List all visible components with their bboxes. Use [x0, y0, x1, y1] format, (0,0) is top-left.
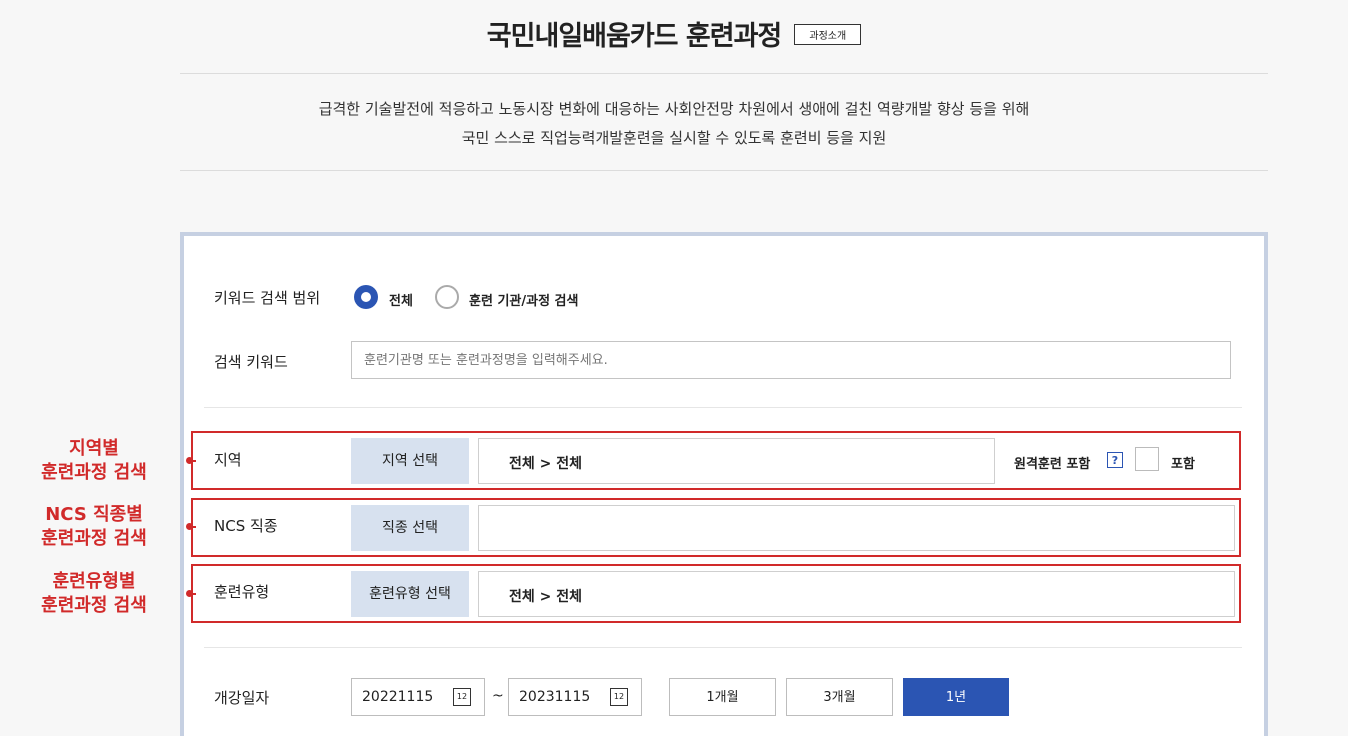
region-select-button[interactable]: 지역 선택 [351, 438, 469, 484]
page-title: 국민내일배움카드 훈련과정 [486, 21, 782, 52]
remote-include-label: 포함 [1171, 457, 1195, 472]
annotation-region-line-1: 지역별 [69, 438, 119, 459]
calendar-icon[interactable]: 12 [610, 688, 628, 706]
date-from-value: 20221115 [362, 689, 434, 705]
annotation-region-line-2: 훈련과정 검색 [41, 462, 147, 483]
remote-include-checkbox[interactable] [1135, 447, 1159, 471]
description-line-1: 급격한 기술발전에 적응하고 노동시장 변화에 대응하는 사회안전망 차원에서 … [318, 100, 1030, 118]
header-divider [180, 73, 1268, 74]
region-label: 지역 [214, 451, 242, 469]
keyword-input[interactable] [351, 341, 1231, 379]
course-intro-button[interactable]: 과정소개 [794, 24, 862, 45]
date-to-input[interactable]: 20231115 12 [508, 678, 642, 716]
date-separator: ~ [492, 688, 504, 704]
annotation-ncs-line-2: 훈련과정 검색 [41, 528, 147, 549]
period-1-month-button[interactable]: 1개월 [669, 678, 776, 716]
panel-divider-1 [204, 407, 1242, 408]
period-1-year-button[interactable]: 1년 [903, 678, 1009, 716]
keyword-label: 검색 키워드 [214, 353, 288, 371]
annotation-ncs: NCS 직종별 훈련과정 검색 [0, 503, 188, 551]
period-3-month-button[interactable]: 3개월 [786, 678, 893, 716]
scope-radio-all[interactable] [354, 285, 378, 309]
date-from-input[interactable]: 20221115 12 [351, 678, 485, 716]
scope-option-institution-label[interactable]: 훈련 기관/과정 검색 [469, 290, 578, 309]
remote-training-label: 원격훈련 포함 [1014, 457, 1091, 472]
description-line-2: 국민 스스로 직업능력개발훈련을 실시할 수 있도록 훈련비 등을 지원 [461, 129, 887, 147]
type-label: 훈련유형 [214, 583, 270, 601]
calendar-icon[interactable]: 12 [453, 688, 471, 706]
type-select-button[interactable]: 훈련유형 선택 [351, 571, 469, 617]
region-value: 전체 > 전체 [478, 438, 995, 484]
date-label: 개강일자 [214, 689, 270, 707]
date-to-value: 20231115 [519, 689, 591, 705]
description-divider [180, 170, 1268, 171]
annotation-type-line-2: 훈련과정 검색 [41, 595, 147, 616]
ncs-select-button[interactable]: 직종 선택 [351, 505, 469, 551]
annotation-region: 지역별 훈련과정 검색 [0, 437, 188, 485]
annotation-ncs-line-1: NCS 직종별 [45, 504, 143, 525]
help-icon[interactable]: ? [1107, 452, 1123, 468]
scope-radio-institution[interactable] [435, 285, 459, 309]
annotation-type: 훈련유형별 훈련과정 검색 [0, 570, 188, 618]
scope-label: 키워드 검색 범위 [214, 289, 321, 307]
ncs-label: NCS 직종 [214, 517, 278, 535]
page-header: 국민내일배움카드 훈련과정 과정소개 [0, 14, 1348, 53]
scope-option-all-label[interactable]: 전체 [389, 290, 413, 309]
panel-divider-2 [204, 647, 1242, 648]
annotation-type-line-1: 훈련유형별 [52, 571, 136, 592]
annotation-type-line [190, 593, 196, 595]
ncs-value [478, 505, 1235, 551]
annotation-ncs-line [190, 526, 196, 528]
type-value: 전체 > 전체 [478, 571, 1235, 617]
annotation-region-line [190, 460, 196, 462]
